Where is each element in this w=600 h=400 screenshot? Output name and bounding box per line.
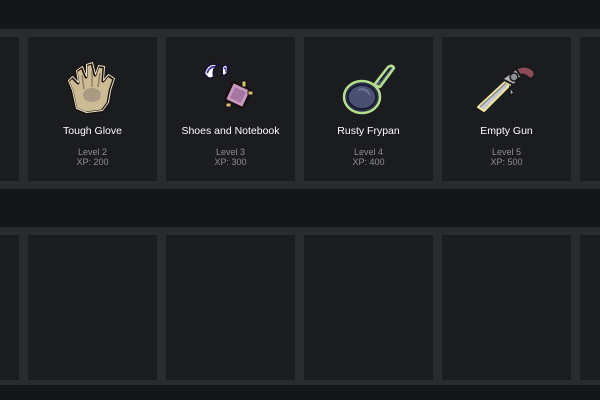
item-xp: XP: 200 <box>76 157 109 167</box>
frypan-icon <box>342 64 396 115</box>
item-name: Shoes and Notebook <box>181 125 280 137</box>
item-level: Level 4 <box>353 147 384 157</box>
item-xp: XP: 500 <box>490 157 523 167</box>
gun-icon <box>477 65 536 112</box>
item-name: Empty Gun <box>480 125 533 137</box>
item-card-rusty-frypan[interactable]: Rusty Frypan Level 4 XP: 400 <box>304 37 433 181</box>
item-level: Level 3 <box>215 147 246 157</box>
item-card-shoes-notebook[interactable]: Shoes and Notebook Level 3 XP: 300 <box>166 37 295 181</box>
item-card-partial-right <box>580 37 600 181</box>
empty-slot[interactable] <box>166 235 295 380</box>
item-level: Level 2 <box>77 147 108 157</box>
empty-slot-partial-right <box>580 235 600 380</box>
empty-slot[interactable] <box>28 235 157 380</box>
item-card-empty-gun[interactable]: Empty Gun Level 5 XP: 500 <box>442 37 571 181</box>
row-divider <box>0 198 600 227</box>
empty-slot-partial-left <box>0 235 19 380</box>
item-level: Level 5 <box>491 147 522 157</box>
item-xp: XP: 400 <box>352 157 385 167</box>
empty-slot[interactable] <box>442 235 571 380</box>
item-card-tough-glove[interactable]: Tough Glove Level 2 XP: 200 <box>28 37 157 181</box>
item-card-partial-left <box>0 37 19 181</box>
glove-icon <box>66 61 116 115</box>
item-xp: XP: 300 <box>214 157 247 167</box>
item-name: Rusty Frypan <box>337 125 400 137</box>
empty-slot[interactable] <box>304 235 433 380</box>
shoes-notebook-icon <box>202 63 254 109</box>
item-name: Tough Glove <box>63 125 122 137</box>
